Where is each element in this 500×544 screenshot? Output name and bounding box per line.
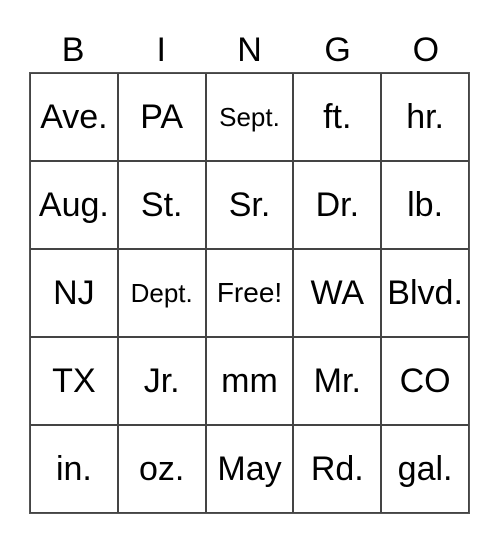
header-letter: O <box>412 31 440 69</box>
header-letter: G <box>324 31 351 69</box>
bingo-cell[interactable]: lb. <box>381 161 469 249</box>
bingo-cell[interactable]: Mr. <box>293 337 382 425</box>
bingo-cell[interactable]: Dept. <box>117 249 206 337</box>
bingo-cell[interactable]: Jr. <box>117 337 206 425</box>
bingo-cell[interactable]: Sr. <box>205 161 294 249</box>
bingo-cell[interactable]: ft. <box>293 73 382 161</box>
bingo-cell[interactable]: mm <box>205 337 294 425</box>
bingo-cell[interactable]: Dr. <box>293 161 382 249</box>
bingo-cell[interactable]: Sept. <box>205 73 294 161</box>
bingo-cell[interactable]: in. <box>30 425 118 513</box>
free-space-cell[interactable]: Free! <box>205 249 294 337</box>
bingo-cell[interactable]: May <box>205 425 294 513</box>
bingo-cell[interactable]: WA <box>293 249 382 337</box>
header-letter: N <box>237 31 262 69</box>
bingo-cell[interactable]: Aug. <box>30 161 118 249</box>
bingo-header: BINGO <box>29 30 470 70</box>
bingo-cell[interactable]: PA <box>117 73 206 161</box>
bingo-cell[interactable]: Ave. <box>30 73 118 161</box>
header-letter: I <box>156 31 166 69</box>
bingo-cell[interactable]: gal. <box>381 425 469 513</box>
bingo-grid: Ave. PA Sept. ft. hr. Aug. St. Sr. Dr. lb. NJ Dept.… <box>29 72 470 514</box>
bingo-cell[interactable]: Blvd. <box>381 249 469 337</box>
bingo-cell[interactable]: Rd. <box>293 425 382 513</box>
bingo-cell[interactable]: TX <box>30 337 118 425</box>
header-letter: B <box>61 31 85 69</box>
bingo-cell[interactable]: CO <box>381 337 469 425</box>
bingo-cell[interactable]: oz. <box>117 425 206 513</box>
bingo-cell[interactable]: NJ <box>30 249 118 337</box>
bingo-cell[interactable]: St. <box>117 161 206 249</box>
bingo-cell[interactable]: hr. <box>381 73 469 161</box>
